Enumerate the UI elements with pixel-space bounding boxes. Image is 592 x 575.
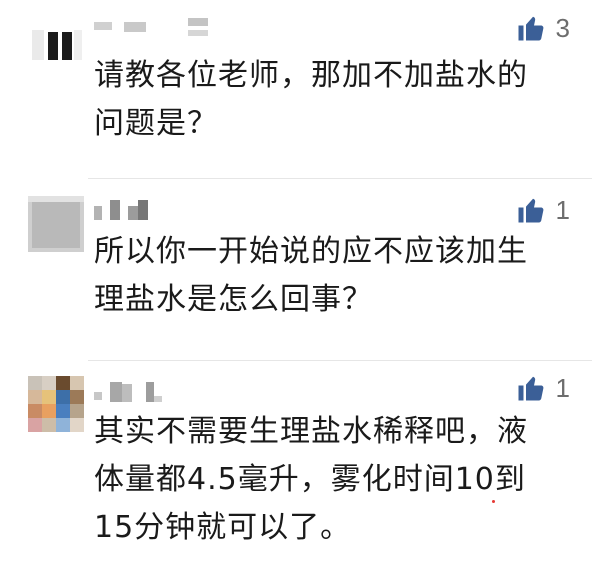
avatar[interactable] <box>28 376 84 432</box>
nickname[interactable] <box>94 382 174 404</box>
comment-item: 3 请教各位老师，那加不加盐水的 问题是？ <box>0 0 592 170</box>
comment-text: 其实不需要生理盐水稀释吧，液 体量都4.5毫升，雾化时间10到 15分钟就可以了… <box>94 414 528 545</box>
like-count: 1 <box>555 373 570 403</box>
comment-text: 所以你一开始说的应不应该加生 理盐水是怎么回事？ <box>94 234 528 317</box>
red-dot-mark <box>492 500 495 503</box>
like-count: 1 <box>555 195 570 225</box>
avatar[interactable] <box>28 196 84 252</box>
comment-item: 1 所以你一开始说的应不应该加生 理盐水是怎么回事？ <box>0 178 592 358</box>
nickname[interactable] <box>94 200 154 222</box>
avatar[interactable] <box>28 18 84 74</box>
like-count: 3 <box>555 13 570 43</box>
like-button[interactable]: 3 <box>516 10 570 46</box>
comment-text: 请教各位老师，那加不加盐水的 问题是？ <box>94 58 528 141</box>
like-button[interactable]: 1 <box>516 370 570 406</box>
comment-item: 1 其实不需要生理盐水稀释吧，液 体量都4.5毫升，雾化时间10到 15分钟就可… <box>0 360 592 575</box>
like-button[interactable]: 1 <box>516 192 570 228</box>
thumbs-up-icon <box>516 13 546 43</box>
thumbs-up-icon <box>516 373 546 403</box>
thumbs-up-icon <box>516 195 546 225</box>
nickname[interactable] <box>94 18 224 40</box>
